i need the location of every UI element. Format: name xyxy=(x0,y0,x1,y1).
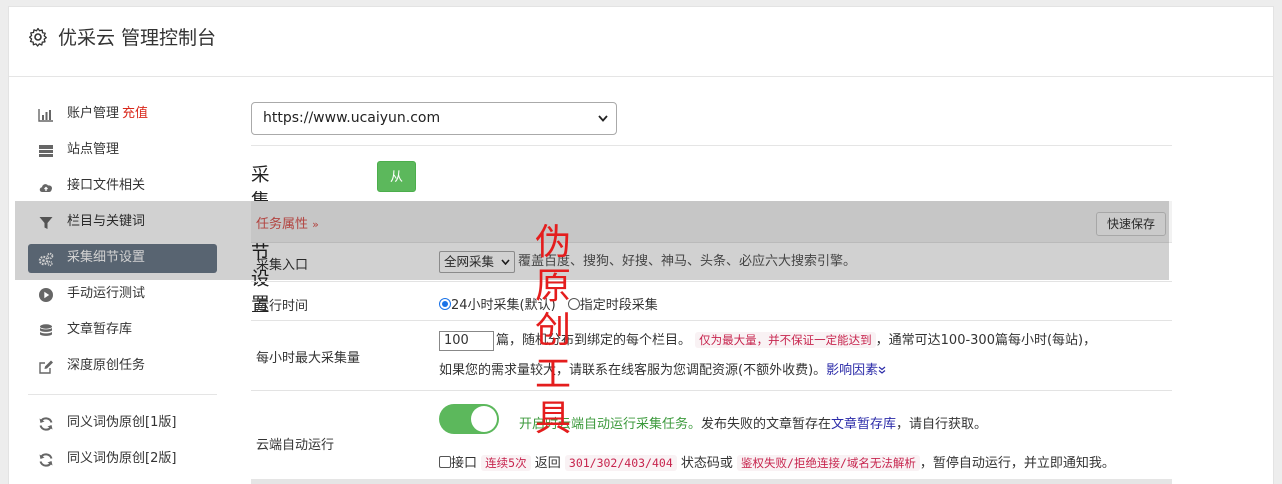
sidebar-item-synonym-v2[interactable]: 同义词伪原创[2版] xyxy=(28,445,217,474)
entry-row: 采集入口 全网采集 覆盖百度、搜狗、好搜、神马、头条、必应六大搜索引擎。 xyxy=(251,243,1172,282)
max-per-hour-row: 每小时最大采集量 100 篇，随机分布到绑定的每个栏目。 仅为最大量，并不保证一定… xyxy=(251,321,1172,391)
cloud-auto-run-row: 云端自动运行 开启时云端自动运行采集任务。发布失败的文章暂存在文章暂存库，请自行… xyxy=(251,391,1172,483)
sidebar-item-label: 手动运行测试 xyxy=(67,286,146,301)
sidebar-item-collection-settings[interactable]: 采集细节设置 xyxy=(28,244,217,273)
bottom-border xyxy=(251,479,1172,484)
task-header-row: 任务属性 » 快速保存 xyxy=(251,201,1172,243)
filter-icon xyxy=(39,217,53,229)
toggle-knob xyxy=(471,406,497,432)
sidebar-divider xyxy=(28,394,217,395)
sidebar-item-deep-original[interactable]: 深度原创任务 xyxy=(28,352,217,381)
page-title: 优采云 管理控制台 xyxy=(58,27,217,49)
chevron-down-icon xyxy=(501,258,510,265)
quick-save-button[interactable]: 快速保存 xyxy=(1095,212,1166,236)
sidebar-item-label: 同义词伪原创[2版] xyxy=(67,451,177,466)
max-per-hour-label: 每小时最大采集量 xyxy=(256,351,361,366)
runtime-row: 运行时间 24小时采集(默认) 指定时段采集 xyxy=(251,282,1172,321)
site-select-value: https://www.ucaiyun.com xyxy=(263,110,441,126)
play-circle-icon xyxy=(39,288,53,302)
sidebar-item-label: 采集细节设置 xyxy=(67,250,146,265)
sidebar-item-label: 站点管理 xyxy=(67,142,120,157)
edit-icon xyxy=(39,360,53,374)
server-icon xyxy=(39,145,53,157)
site-select[interactable]: https://www.ucaiyun.com xyxy=(251,102,617,135)
chevron-down-icon xyxy=(598,115,608,122)
gear-icon xyxy=(28,27,47,47)
cloud-auto-run-toggle[interactable] xyxy=(439,404,499,434)
influence-factors-link[interactable]: 影响因素 xyxy=(826,363,886,378)
divider xyxy=(251,145,1172,146)
bar-chart-icon xyxy=(38,109,53,122)
max-note-code: 仅为最大量，并不保证一定能达到 xyxy=(695,332,876,348)
entry-select[interactable]: 全网采集 xyxy=(439,250,516,273)
sidebar-item-manual-run[interactable]: 手动运行测试 xyxy=(28,280,217,309)
max-per-hour-input[interactable]: 100 xyxy=(439,330,494,351)
import-template-button[interactable]: 从模板导入 xyxy=(377,161,417,309)
sidebar-item-columns-keywords[interactable]: 栏目与关键词 xyxy=(28,208,217,237)
watermark-text: 伪原创工具 xyxy=(535,222,573,439)
database-icon xyxy=(40,324,52,336)
sidebar-item-label: 栏目与关键词 xyxy=(67,214,146,229)
page-header: 优采云 管理控制台 xyxy=(9,7,1273,77)
runtime-label: 运行时间 xyxy=(256,299,309,314)
entry-label: 采集入口 xyxy=(256,258,309,273)
sidebar-item-label: 深度原创任务 xyxy=(67,358,146,373)
refresh-icon xyxy=(39,453,53,467)
runtime-scheduled-label: 指定时段采集 xyxy=(579,298,658,313)
refresh-icon xyxy=(39,417,53,431)
sidebar-item-label: 接口文件相关 xyxy=(67,178,146,193)
sidebar-item-label: 账户管理 xyxy=(67,106,120,121)
sidebar-item-interface-files[interactable]: 接口文件相关 xyxy=(28,172,217,201)
pause-on-failure-checkbox[interactable] xyxy=(439,456,451,468)
cloud-upload-icon xyxy=(39,184,53,192)
sidebar-item-synonym-v1[interactable]: 同义词伪原创[1版] xyxy=(28,409,217,438)
chevron-double-down-icon xyxy=(878,366,886,374)
sidebar-item-article-store[interactable]: 文章暂存库 xyxy=(28,316,217,345)
task-attributes-toggle[interactable]: 任务属性 » xyxy=(256,213,319,232)
article-store-link[interactable]: 文章暂存库 xyxy=(831,417,896,432)
gears-icon xyxy=(38,252,54,267)
runtime-24h-radio[interactable] xyxy=(439,298,451,310)
cloud-auto-run-label: 云端自动运行 xyxy=(256,438,335,453)
chevron-double-down-icon: » xyxy=(312,218,319,231)
sidebar-item-sites[interactable]: 站点管理 xyxy=(28,136,217,165)
sidebar-item-label: 文章暂存库 xyxy=(67,322,133,337)
sidebar-item-label: 同义词伪原创[1版] xyxy=(67,415,177,430)
recharge-link[interactable]: 充值 xyxy=(122,106,148,121)
sidebar-item-account[interactable]: 账户管理 充值 xyxy=(28,100,217,129)
